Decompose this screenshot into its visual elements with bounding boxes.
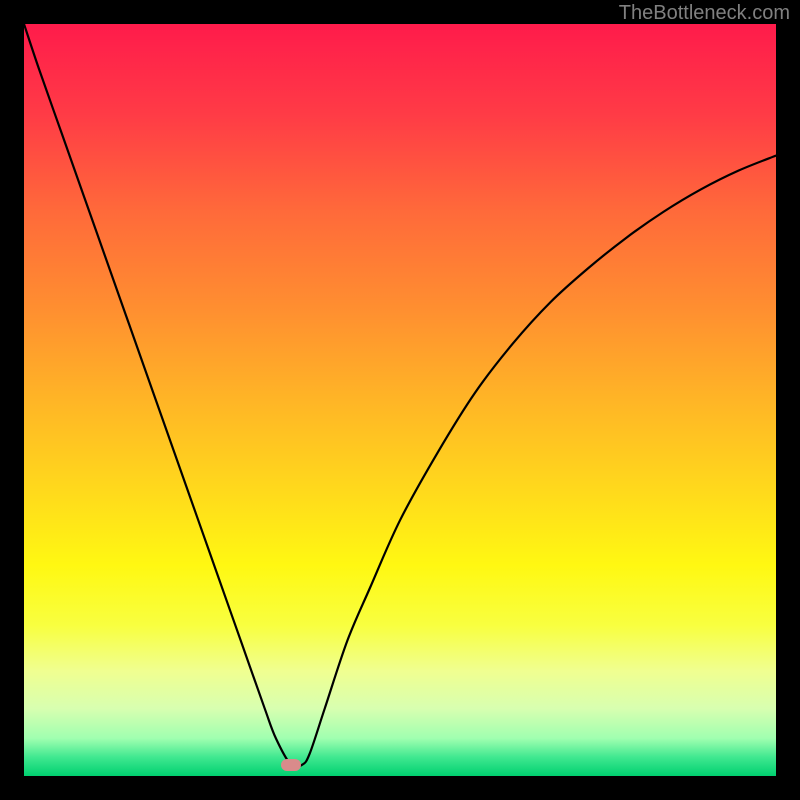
plot-area <box>24 24 776 776</box>
watermark-text: TheBottleneck.com <box>619 2 790 25</box>
curve-minimum-marker <box>281 759 301 771</box>
bottleneck-curve <box>24 24 776 776</box>
chart-container: TheBottleneck.com <box>0 0 800 800</box>
